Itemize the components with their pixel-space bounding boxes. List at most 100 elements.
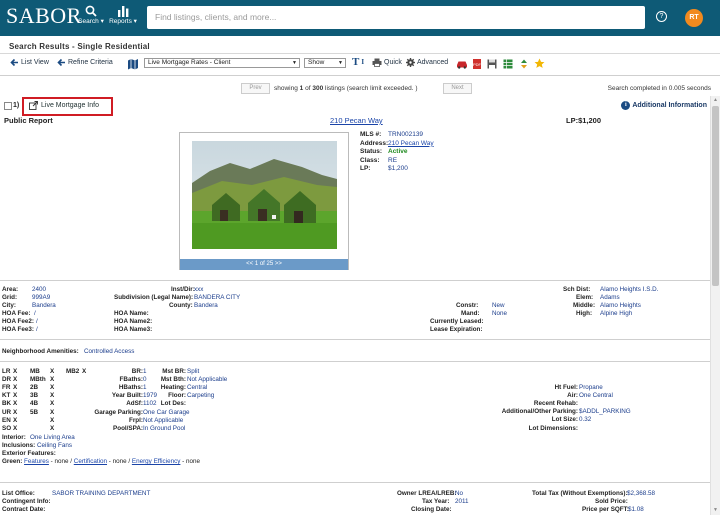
- showing-count: showing 1 of 300 listings (search limit …: [274, 85, 418, 92]
- divider: [0, 482, 720, 483]
- star-icon[interactable]: [534, 58, 545, 69]
- detail-label: Year Built:: [111, 392, 143, 400]
- fact-address-link[interactable]: 210 Pecan Way: [388, 140, 434, 147]
- top-navigation-bar: SABOR Search ▾ Reports ▾ Find listings, …: [0, 0, 720, 36]
- row-number: 1): [13, 102, 20, 109]
- live-mortgage-info-button[interactable]: Live Mortgage Info: [29, 101, 99, 110]
- room-code: 3B: [30, 392, 39, 400]
- listing-address-link[interactable]: 210 Pecan Way: [330, 116, 383, 125]
- room-code: FR: [2, 384, 11, 392]
- list-view-button[interactable]: List View: [10, 58, 49, 67]
- sabor-logo[interactable]: SABOR: [6, 4, 82, 28]
- spreadsheet-icon[interactable]: [503, 59, 513, 69]
- detail-value: One Car Garage: [143, 408, 190, 416]
- room-mark: X: [50, 424, 55, 432]
- info-icon: i: [621, 101, 631, 110]
- detail-label: FBaths:: [119, 376, 143, 384]
- showing-post: listings (search limit exceeded. ): [325, 85, 418, 92]
- list-view-label: List View: [21, 59, 49, 66]
- amenities-value: Controlled Access: [84, 348, 135, 355]
- middle-value: Alamo Heights: [600, 302, 641, 309]
- svg-text:PDF: PDF: [473, 62, 482, 67]
- pdf-icon[interactable]: PDF: [472, 59, 482, 69]
- room-code: SO: [2, 424, 12, 432]
- mand-label: Mand:: [461, 310, 480, 317]
- detail-label: Air:: [567, 392, 578, 400]
- green-features-link[interactable]: Features: [24, 458, 49, 465]
- subdivision-label: Subdivision (Legal Name):: [114, 294, 194, 301]
- room-mark: X: [13, 424, 18, 432]
- report-type-value: Live Mortgage Rates - Client: [148, 59, 231, 66]
- next-button[interactable]: Next: [443, 83, 472, 94]
- sold-price-label: Sold Price:: [595, 498, 628, 505]
- report-type-select[interactable]: Live Mortgage Rates - Client ▼: [144, 58, 300, 68]
- detail-value: Carpeting: [187, 392, 215, 400]
- help-icon[interactable]: ?: [656, 11, 667, 22]
- detail-value: Not Applicable: [143, 416, 184, 424]
- quick-label: Quick: [384, 59, 402, 66]
- scroll-down-icon[interactable]: ▼: [712, 507, 719, 514]
- green-none-text: - none: [182, 458, 201, 465]
- detail-value: Not Applicable: [187, 376, 228, 384]
- text-size-icon[interactable]: TI: [352, 56, 364, 68]
- fact-label: MLS #:: [360, 131, 382, 138]
- school-district-label: Sch Dist:: [563, 286, 591, 293]
- car-icon[interactable]: [456, 59, 468, 69]
- arrow-left-icon: [57, 58, 65, 67]
- additional-information-link[interactable]: i Additional Information: [621, 101, 707, 110]
- results-toolbar: List View Refine Criteria Live Mortgage …: [0, 56, 720, 72]
- refine-criteria-button[interactable]: Refine Criteria: [57, 58, 113, 67]
- scrollbar-thumb[interactable]: [712, 106, 719, 286]
- show-select[interactable]: Show ▼: [304, 58, 346, 68]
- subdivision-value: BANDERA CITY: [194, 294, 241, 301]
- global-search-input[interactable]: Find listings, clients, and more...: [147, 6, 645, 29]
- quick-print-button[interactable]: Quick: [372, 58, 402, 67]
- fact-value: TRN002139: [388, 131, 424, 138]
- prev-button[interactable]: Prev: [241, 83, 270, 94]
- green-none-text: - none /: [50, 458, 73, 465]
- room-code: MB2: [66, 368, 80, 375]
- room-code: 5B: [30, 408, 39, 416]
- search-nav-button[interactable]: Search ▾: [76, 5, 106, 31]
- advanced-button[interactable]: Advanced: [406, 58, 448, 67]
- closing-date-label: Closing Date:: [411, 506, 452, 513]
- room-mark: X: [13, 416, 18, 424]
- detail-value: 1: [143, 384, 147, 392]
- detail-label: Floor:: [168, 392, 186, 400]
- hoa-name-label: HOA Name:: [114, 310, 149, 317]
- room-code: 2B: [30, 384, 39, 392]
- detail-label: Mst Bth:: [160, 376, 186, 384]
- divider: [0, 53, 720, 54]
- scroll-up-icon[interactable]: ▲: [712, 97, 719, 104]
- chevron-down-icon: ▼: [338, 60, 343, 66]
- fact-address: Address:210 Pecan Way: [360, 140, 434, 149]
- hoa-fee2-value: /: [36, 318, 38, 325]
- high-label: High:: [576, 310, 593, 317]
- middle-label: Middle:: [573, 302, 596, 309]
- hoa-name2-label: HOA Name2:: [114, 318, 153, 325]
- area-label: Area:: [2, 286, 19, 293]
- currently-leased-label: Currently Leased:: [430, 318, 484, 325]
- save-icon[interactable]: [487, 59, 497, 69]
- tax-year-value: 2011: [455, 498, 469, 505]
- room-mark: X: [13, 384, 18, 392]
- page-scrollbar[interactable]: ▲ ▼: [710, 96, 720, 515]
- reports-nav-button[interactable]: Reports ▾: [108, 5, 138, 31]
- price-per-sqft-value: $1.08: [628, 506, 644, 513]
- showing-of: of: [305, 85, 311, 92]
- photo-counter[interactable]: << 1 of 25 >>: [180, 259, 348, 270]
- room-mark: X: [13, 368, 18, 375]
- inclusions-value: Ceiling Fans: [37, 442, 72, 449]
- select-listing-checkbox[interactable]: [4, 102, 12, 110]
- owner-value: No: [455, 490, 464, 497]
- room-mark: X: [50, 400, 55, 408]
- map-icon[interactable]: [127, 58, 139, 70]
- sort-arrows-icon[interactable]: [519, 59, 529, 69]
- green-energy-link[interactable]: Energy Efficiency: [132, 458, 181, 465]
- green-certification-link[interactable]: Certification: [74, 458, 107, 465]
- live-mortgage-info-label: Live Mortgage Info: [41, 102, 99, 109]
- city-value: Bandera: [32, 302, 56, 309]
- listing-photo[interactable]: [192, 141, 337, 249]
- room-code: MB: [30, 368, 40, 375]
- user-avatar[interactable]: RT: [685, 9, 703, 27]
